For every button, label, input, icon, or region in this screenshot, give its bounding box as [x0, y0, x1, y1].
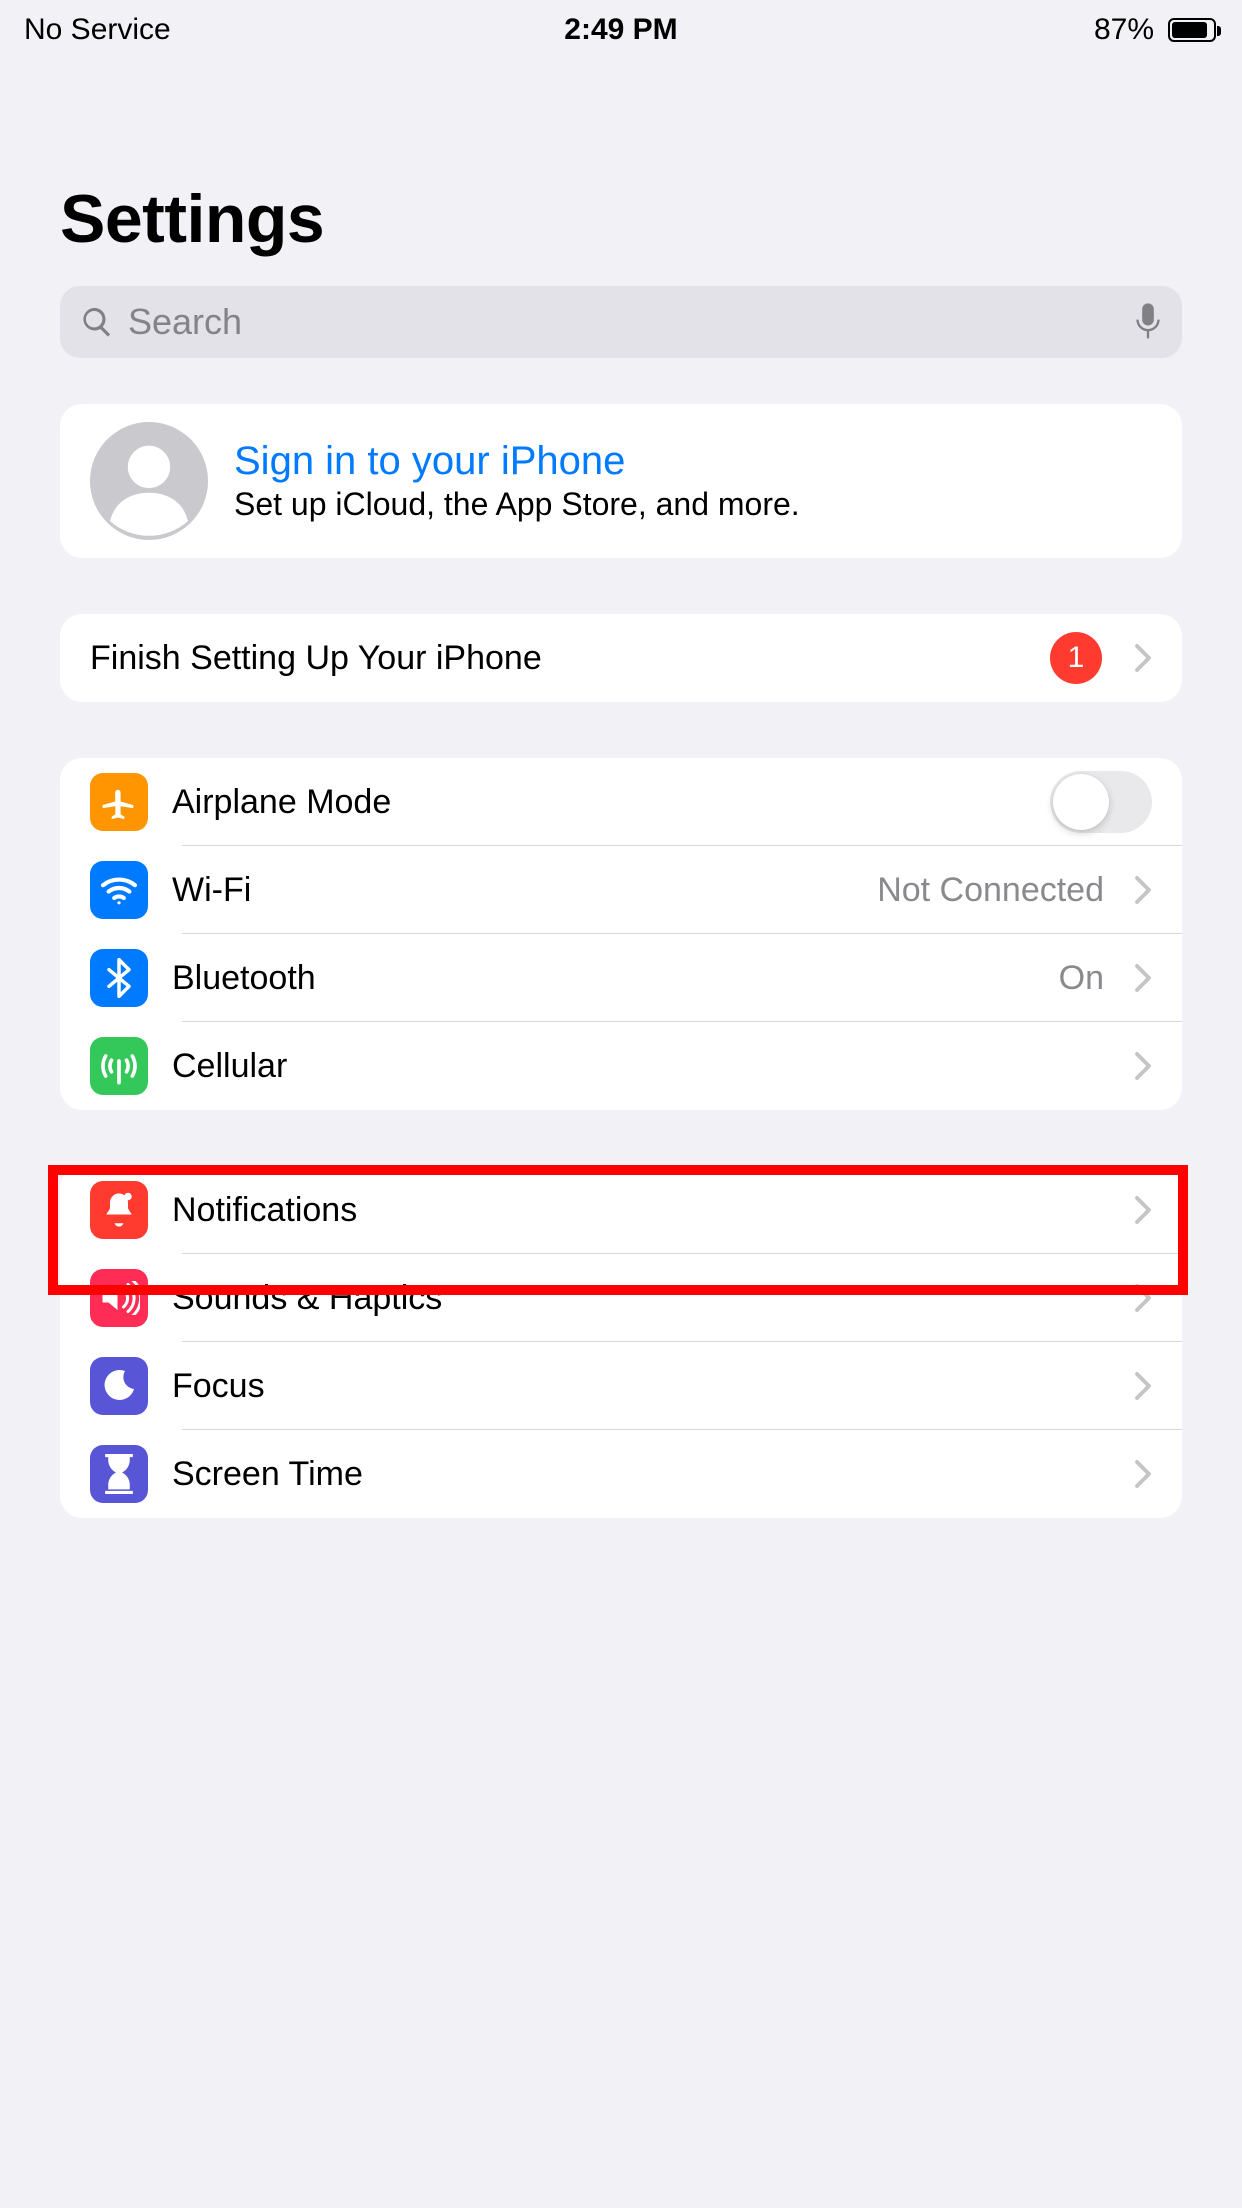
signin-group: Sign in to your iPhone Set up iCloud, th…: [60, 404, 1182, 558]
cellular-label: Cellular: [172, 1047, 287, 1086]
attention-group: Notifications Sounds & Haptics Focus: [60, 1166, 1182, 1518]
chevron-right-icon: [1134, 1282, 1152, 1314]
airplane-mode-label: Airplane Mode: [172, 783, 391, 822]
finish-setup-badge: 1: [1050, 632, 1102, 684]
sounds-row[interactable]: Sounds & Haptics: [60, 1254, 1182, 1342]
signin-subtitle: Set up iCloud, the App Store, and more.: [234, 486, 800, 523]
finish-setup-row[interactable]: Finish Setting Up Your iPhone 1: [60, 614, 1182, 702]
battery-icon: [1162, 18, 1216, 42]
chevron-right-icon: [1134, 874, 1152, 906]
notifications-label: Notifications: [172, 1191, 357, 1230]
signin-title: Sign in to your iPhone: [234, 439, 800, 484]
screen-time-icon: [90, 1445, 148, 1503]
chevron-right-icon: [1134, 1458, 1152, 1490]
avatar-icon: [90, 422, 208, 540]
chevron-right-icon: [1134, 1370, 1152, 1402]
chevron-right-icon: [1134, 962, 1152, 994]
screen-time-label: Screen Time: [172, 1455, 363, 1494]
screen-time-row[interactable]: Screen Time: [60, 1430, 1182, 1518]
signin-text: Sign in to your iPhone Set up iCloud, th…: [234, 439, 800, 523]
airplane-mode-row[interactable]: Airplane Mode: [60, 758, 1182, 846]
wifi-label: Wi-Fi: [172, 871, 251, 910]
status-bar: No Service 2:49 PM 87%: [0, 0, 1242, 60]
bluetooth-icon: [90, 949, 148, 1007]
focus-icon: [90, 1357, 148, 1415]
chevron-right-icon: [1134, 1050, 1152, 1082]
chevron-right-icon: [1134, 1194, 1152, 1226]
connectivity-group: Airplane Mode Wi-Fi Not Connected Blueto…: [60, 758, 1182, 1110]
bluetooth-label: Bluetooth: [172, 959, 316, 998]
status-carrier: No Service: [24, 13, 171, 47]
airplane-icon: [90, 773, 148, 831]
bluetooth-detail: On: [1059, 959, 1104, 998]
search-placeholder: Search: [128, 301, 1120, 343]
battery-percent-text: 87%: [1094, 13, 1154, 47]
dictation-icon[interactable]: [1134, 303, 1162, 341]
focus-label: Focus: [172, 1367, 265, 1406]
wifi-row[interactable]: Wi-Fi Not Connected: [60, 846, 1182, 934]
cellular-icon: [90, 1037, 148, 1095]
battery-fill: [1172, 22, 1207, 38]
cellular-row[interactable]: Cellular: [60, 1022, 1182, 1110]
wifi-detail: Not Connected: [877, 871, 1104, 910]
notifications-row[interactable]: Notifications: [60, 1166, 1182, 1254]
finish-setup-group: Finish Setting Up Your iPhone 1: [60, 614, 1182, 702]
search-input[interactable]: Search: [60, 286, 1182, 358]
page-title: Settings: [0, 60, 1242, 286]
bluetooth-row[interactable]: Bluetooth On: [60, 934, 1182, 1022]
status-time: 2:49 PM: [0, 13, 1242, 47]
airplane-mode-switch[interactable]: [1050, 771, 1152, 833]
status-right: 87%: [1094, 13, 1216, 47]
finish-setup-label: Finish Setting Up Your iPhone: [90, 639, 542, 678]
wifi-icon: [90, 861, 148, 919]
focus-row[interactable]: Focus: [60, 1342, 1182, 1430]
sounds-icon: [90, 1269, 148, 1327]
search-icon: [80, 305, 114, 339]
signin-row[interactable]: Sign in to your iPhone Set up iCloud, th…: [60, 404, 1182, 558]
notifications-icon: [90, 1181, 148, 1239]
chevron-right-icon: [1134, 642, 1152, 674]
sounds-label: Sounds & Haptics: [172, 1279, 442, 1318]
